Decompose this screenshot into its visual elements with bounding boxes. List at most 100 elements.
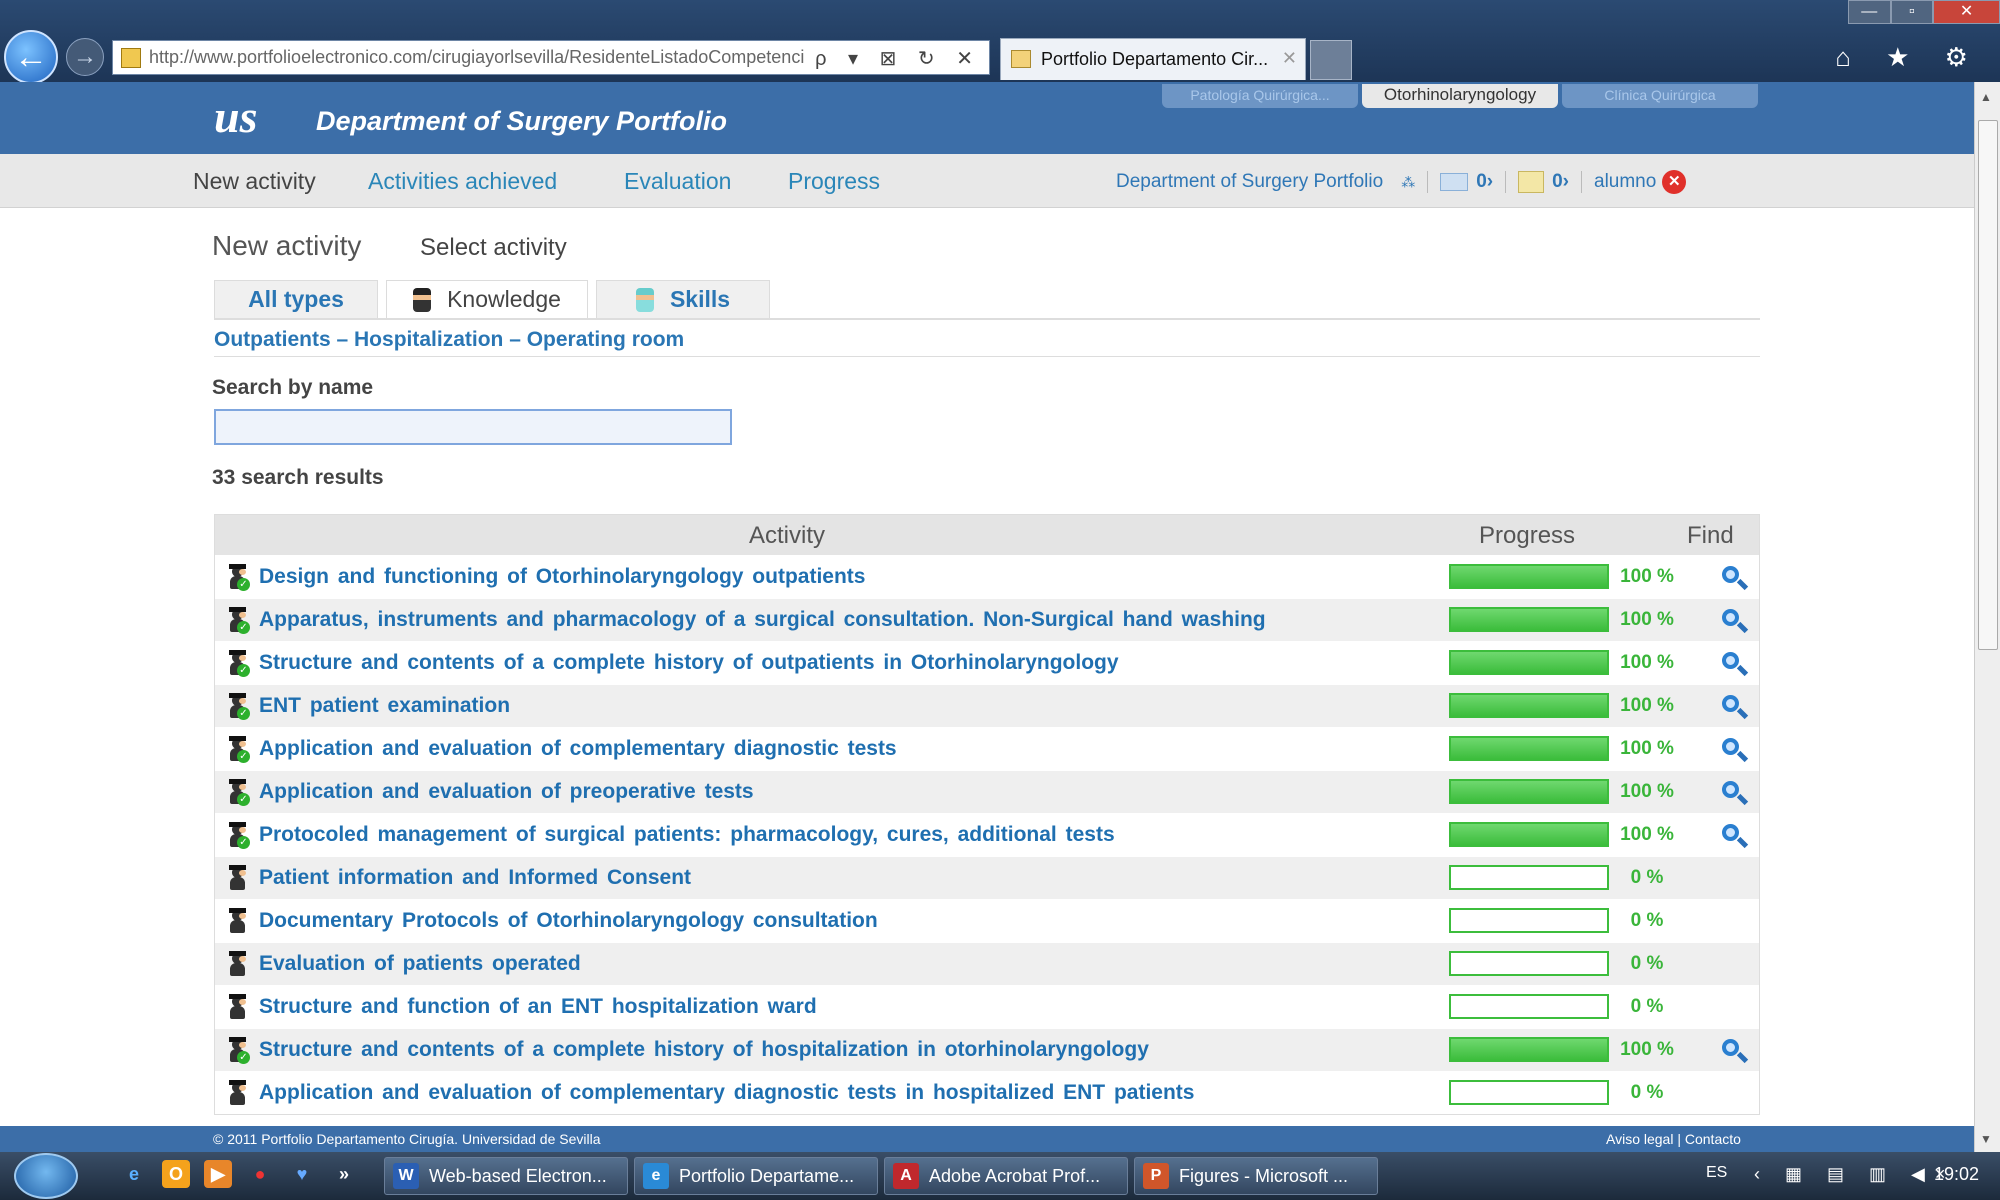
activity-link[interactable]: Application and evaluation of complement… (259, 737, 897, 761)
notes-icon[interactable] (1518, 171, 1545, 193)
messages-count[interactable]: 0› (1476, 171, 1493, 193)
progress-bar (1449, 779, 1609, 804)
sitemap-icon[interactable]: ⁂ (1401, 174, 1415, 191)
language-indicator[interactable]: ES (1706, 1164, 1727, 1182)
footer-links[interactable]: Aviso legal | Contacto (1606, 1131, 1741, 1147)
activity-link[interactable]: Application and evaluation of preoperati… (259, 780, 754, 804)
outlook-icon[interactable]: O (162, 1160, 190, 1188)
activity-link[interactable]: Structure and function of an ENT hospita… (259, 995, 817, 1019)
student-icon: ✓ (227, 564, 250, 592)
magnifier-icon[interactable] (1720, 693, 1749, 721)
activity-link[interactable]: Structure and contents of a complete his… (259, 1038, 1149, 1062)
tab-knowledge[interactable]: Knowledge (386, 280, 588, 318)
search-label: Search by name (212, 376, 374, 399)
nav-activities-achieved[interactable]: Activities achieved (368, 168, 557, 195)
magnifier-icon[interactable] (1720, 607, 1749, 635)
table-row: ✓ Structure and contents of a complete hi… (215, 641, 1759, 684)
activity-link[interactable]: Documentary Protocols of Otorhinolaryngo… (259, 909, 878, 933)
dept-tab-otorhinolaryngology[interactable]: Otorhinolaryngology (1362, 84, 1558, 108)
progress-bar (1449, 693, 1609, 718)
magnifier-icon[interactable] (1720, 779, 1749, 807)
task-word[interactable]: W Web-based Electron... (384, 1157, 628, 1195)
scrollbar[interactable]: ▲ ▼ (1974, 82, 2000, 1152)
table-body: ✓ Design and functioning of Otorhinolaryn… (215, 555, 1759, 1114)
tab-close-icon[interactable]: ✕ (1282, 48, 1297, 69)
clock[interactable]: 19:02 (1934, 1164, 1979, 1185)
magnifier-icon[interactable] (1720, 822, 1749, 850)
nav-new-activity[interactable]: New activity (193, 168, 316, 195)
nav-portfolio-link[interactable]: Department of Surgery Portfolio (1116, 171, 1383, 193)
address-controls[interactable]: ρ ▾ ⊠ ↻ ✕ (815, 46, 981, 71)
magnifier-icon[interactable] (1720, 736, 1749, 764)
activity-link[interactable]: ENT patient examination (259, 694, 510, 718)
task-powerpoint[interactable]: P Figures - Microsoft ... (1134, 1157, 1378, 1195)
tab-label: Knowledge (447, 286, 561, 312)
more-icon[interactable]: » (330, 1160, 358, 1188)
location-filter-links[interactable]: Outpatients – Hospitalization – Operatin… (214, 328, 684, 352)
nav-evaluation[interactable]: Evaluation (624, 168, 731, 195)
media-icon[interactable]: ▶ (204, 1160, 232, 1188)
student-icon (227, 1080, 249, 1108)
browser-tab[interactable]: Portfolio Departamento Cir... ✕ (1000, 38, 1306, 80)
address-bar[interactable]: http://www.portfolioelectronico.com/ciru… (112, 40, 990, 75)
close-window-button[interactable]: ✕ (1933, 0, 2000, 24)
table-row: Patient information and Informed Consent… (215, 856, 1759, 899)
main-content: New activity Select activity All types K… (0, 208, 1974, 1126)
back-button[interactable]: ← (4, 30, 58, 84)
notifications-count[interactable]: 0› (1552, 171, 1569, 193)
forward-button[interactable]: → (66, 38, 104, 76)
progress-percent: 0 % (1630, 996, 1664, 1017)
task-label: Adobe Acrobat Prof... (929, 1165, 1101, 1186)
scroll-up-icon[interactable]: ▲ (1980, 90, 1992, 104)
activity-link[interactable]: Application and evaluation of complement… (259, 1081, 1194, 1105)
tab-label: Skills (669, 286, 731, 312)
nav-progress[interactable]: Progress (788, 168, 880, 195)
new-tab-button[interactable] (1310, 40, 1352, 80)
student-icon (227, 951, 249, 979)
activity-link[interactable]: Protocoled management of surgical patien… (259, 823, 1115, 847)
main-nav: New activity Activities achieved Evaluat… (0, 154, 1974, 208)
activity-link[interactable]: Patient information and Informed Consent (259, 866, 691, 890)
mail-icon[interactable] (1440, 173, 1469, 191)
ie-icon[interactable]: e (120, 1160, 148, 1188)
magnifier-icon[interactable] (1720, 1037, 1749, 1065)
activity-link[interactable]: Evaluation of patients operated (259, 952, 581, 976)
tab-skills[interactable]: Skills (596, 280, 770, 318)
messenger-icon[interactable]: ♥ (288, 1160, 316, 1188)
activity-link[interactable]: Structure and contents of a complete his… (259, 651, 1119, 675)
activity-link[interactable]: Design and functioning of Otorhinolaryng… (259, 565, 865, 589)
progress-percent: 0 % (1630, 953, 1664, 974)
scroll-thumb[interactable] (1978, 120, 1998, 650)
tray-icons[interactable]: ‹ ▦ ▤ ▥ ◀× (1754, 1164, 1955, 1185)
task-acrobat[interactable]: A Adobe Acrobat Prof... (884, 1157, 1128, 1195)
divider (214, 356, 1760, 357)
department-tabs: Patología Quirúrgica... Otorhinolaryngol… (1162, 84, 1758, 108)
app-icon[interactable]: ● (246, 1160, 274, 1188)
table-row: ✓ ENT patient examination 100 % (215, 684, 1759, 727)
activity-link[interactable]: Apparatus, instruments and pharmacology … (259, 608, 1266, 632)
doctor-icon (635, 287, 654, 312)
magnifier-icon[interactable] (1720, 650, 1749, 678)
dept-tab-patologia[interactable]: Patología Quirúrgica... (1162, 84, 1358, 108)
app-title: Department of Surgery Portfolio (316, 106, 728, 136)
progress-percent: 100 % (1620, 738, 1674, 759)
progress-percent: 100 % (1620, 1039, 1674, 1060)
minimize-button[interactable]: — (1848, 0, 1891, 24)
table-row: Application and evaluation of complement… (215, 1071, 1759, 1114)
home-favorites-tools-icons[interactable]: ⌂ ★ ⚙ (1835, 42, 1982, 73)
task-browser[interactable]: e Portfolio Departame... (634, 1157, 878, 1195)
user-name[interactable]: alumno (1594, 171, 1656, 193)
university-logo: us (214, 91, 258, 142)
logout-icon[interactable]: ✕ (1662, 170, 1687, 194)
dept-tab-clinica[interactable]: Clínica Quirúrgica (1562, 84, 1758, 108)
start-button[interactable] (14, 1153, 78, 1199)
tab-all-types[interactable]: All types (214, 280, 378, 318)
search-input[interactable] (214, 409, 732, 445)
scroll-down-icon[interactable]: ▼ (1980, 1132, 1992, 1146)
url-text: http://www.portfolioelectronico.com/ciru… (149, 47, 805, 67)
maximize-button[interactable]: ▫ (1890, 0, 1934, 24)
student-icon: ✓ (227, 779, 250, 807)
table-row: Documentary Protocols of Otorhinolaryngo… (215, 899, 1759, 942)
check-icon: ✓ (237, 621, 250, 634)
magnifier-icon[interactable] (1720, 564, 1749, 592)
